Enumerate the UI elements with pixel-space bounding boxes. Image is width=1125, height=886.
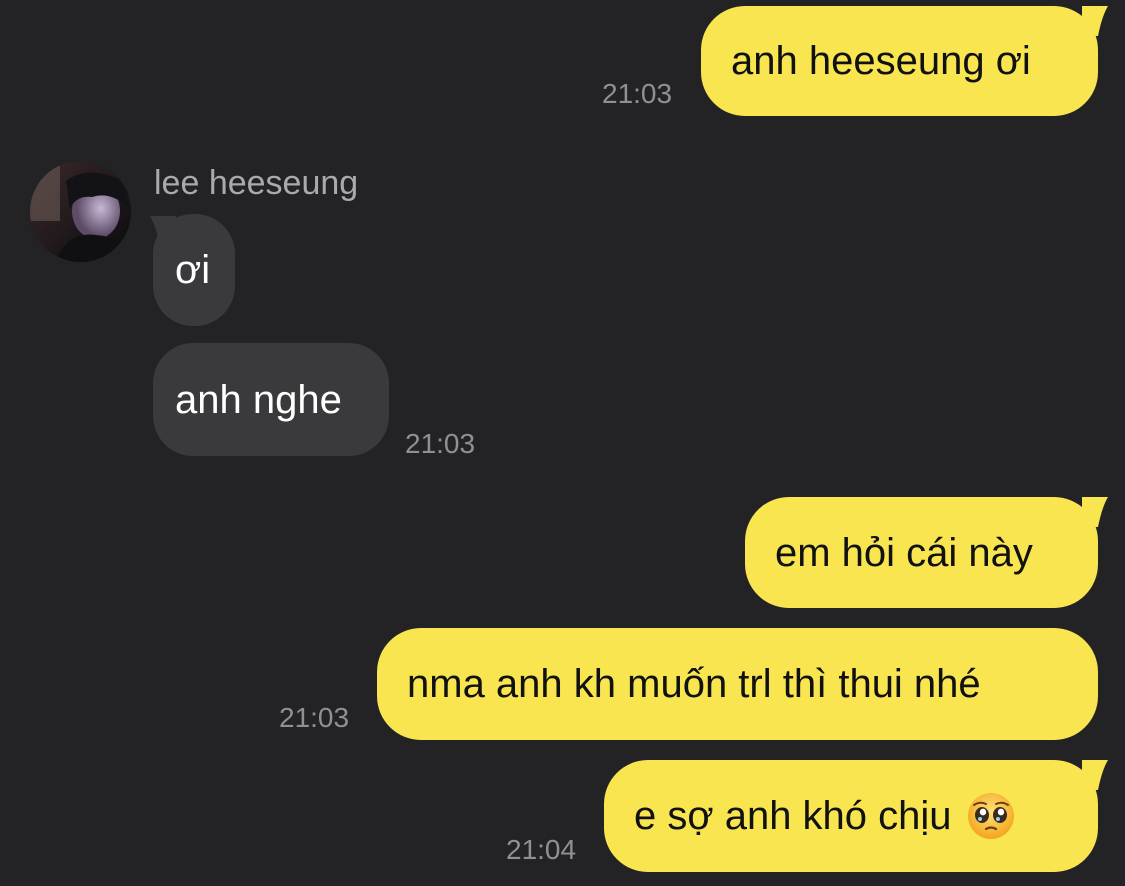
avatar-photo <box>30 161 131 262</box>
incoming-message-bubble[interactable]: anh nghe <box>153 343 389 456</box>
message-text: anh nghe <box>175 377 342 422</box>
message-timestamp: 21:03 <box>405 428 476 459</box>
contact-avatar[interactable] <box>30 161 131 262</box>
message-text: e sợ anh khó chịu <box>634 794 952 838</box>
outgoing-message-bubble[interactable]: em hỏi cái này <box>745 497 1098 608</box>
sender-name: lee heeseung <box>154 164 359 202</box>
outgoing-message-bubble[interactable]: e sợ anh khó chịu <box>604 760 1098 872</box>
message-text: ơi <box>175 248 211 292</box>
outgoing-message-bubble[interactable]: nma anh kh muốn trl thì thui nhé <box>377 628 1098 740</box>
message-timestamp: 21:03 <box>279 702 350 733</box>
bubble-tail-icon <box>1082 760 1108 790</box>
bubble-tail-icon <box>1082 497 1108 527</box>
chat-area[interactable]: anh heeseung ơi 21:03 lee heeseung ơi an… <box>0 0 1125 886</box>
message-text: nma anh kh muốn trl thì thui nhé <box>407 662 981 706</box>
bubble-tail-icon <box>1082 6 1108 36</box>
pleading-face-icon <box>967 793 1014 839</box>
message-timestamp: 21:04 <box>506 834 577 865</box>
message-text: anh heeseung ơi <box>731 39 1031 83</box>
message-timestamp: 21:03 <box>602 78 673 109</box>
message-text: em hỏi cái này <box>775 530 1033 575</box>
incoming-message-bubble[interactable]: ơi <box>153 214 235 326</box>
outgoing-message-bubble[interactable]: anh heeseung ơi <box>701 6 1098 116</box>
